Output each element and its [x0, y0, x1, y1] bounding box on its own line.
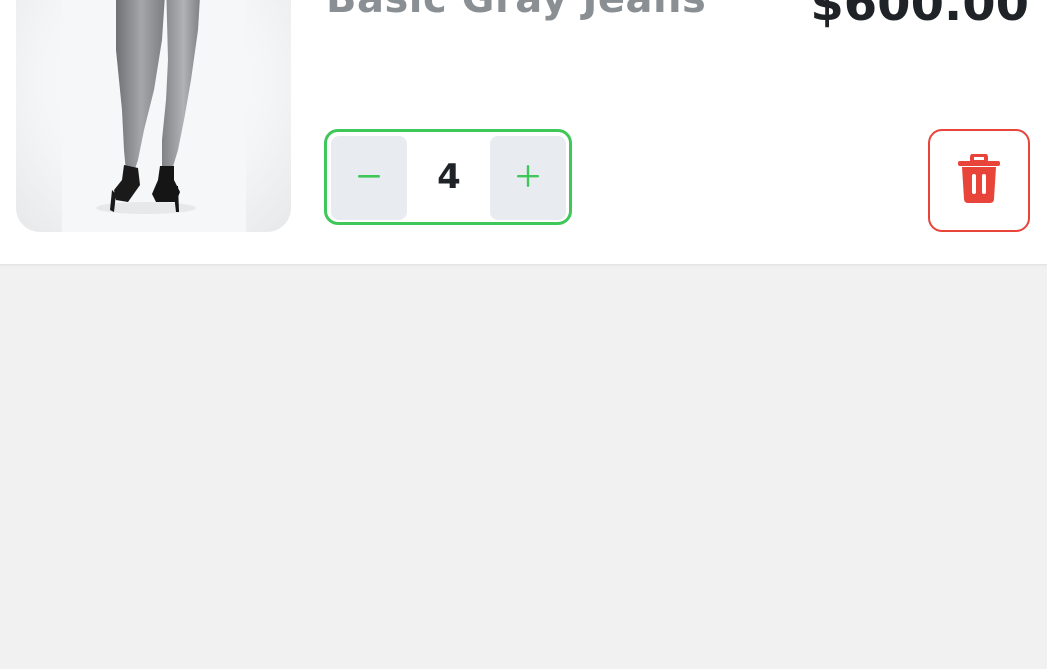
quantity-stepper: 4: [324, 129, 572, 225]
quantity-value[interactable]: 4: [409, 132, 489, 222]
product-price: $600.00: [810, 0, 1029, 32]
decrement-button[interactable]: [331, 136, 407, 220]
cart-item-card: Basic Gray Jeans $600.00 4: [0, 0, 1047, 265]
trash-icon: [957, 152, 1001, 208]
minus-icon: [356, 163, 382, 193]
product-image: [16, 0, 291, 232]
delete-button[interactable]: [928, 129, 1030, 232]
plus-icon: [515, 163, 541, 193]
increment-button[interactable]: [490, 136, 566, 220]
product-title[interactable]: Basic Gray Jeans: [326, 0, 706, 22]
